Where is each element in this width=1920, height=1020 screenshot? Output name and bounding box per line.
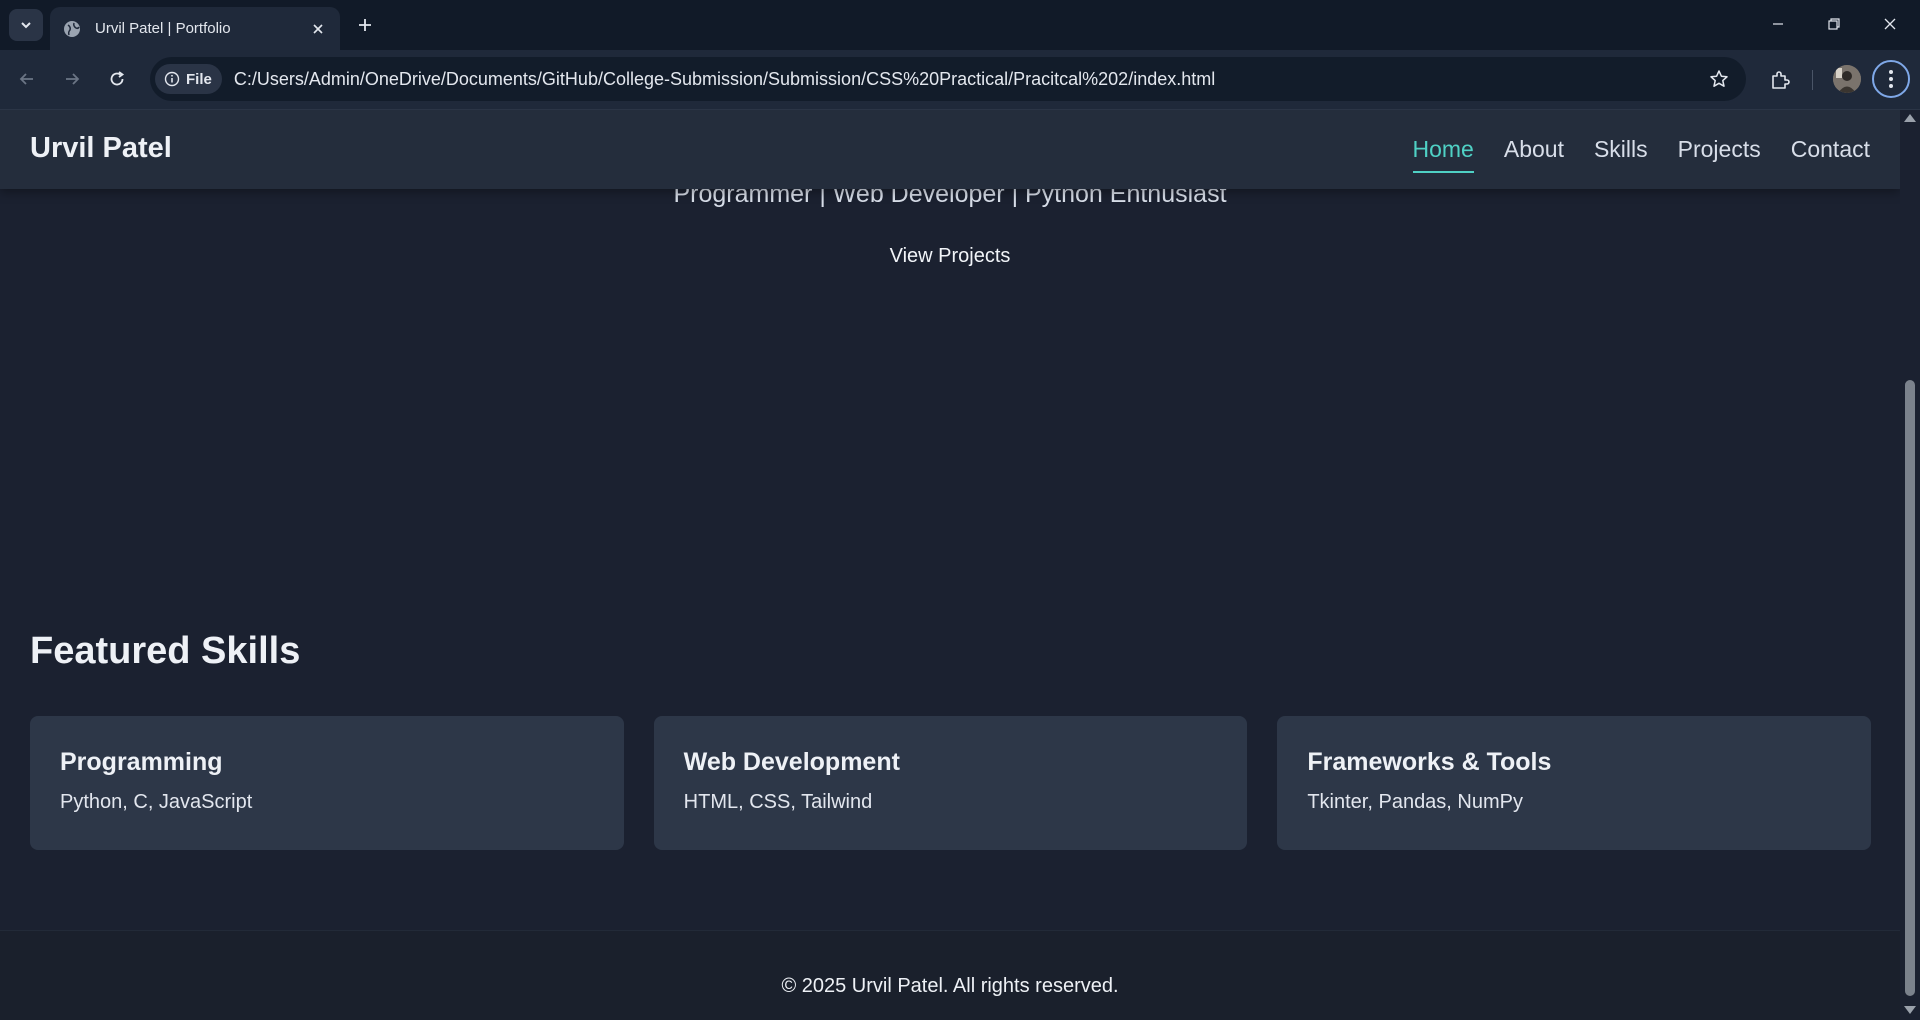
- close-window-button[interactable]: [1862, 0, 1918, 48]
- site-brand[interactable]: Urvil Patel: [30, 132, 172, 165]
- scroll-thumb[interactable]: [1905, 380, 1915, 996]
- nav-link-about[interactable]: About: [1504, 136, 1564, 173]
- minimize-icon: [1773, 23, 1783, 25]
- plus-icon: [359, 19, 371, 31]
- puzzle-icon: [1772, 71, 1790, 89]
- info-icon: [164, 71, 180, 87]
- skill-card-title: Frameworks & Tools: [1307, 748, 1552, 776]
- skill-card-text: HTML, CSS, Tailwind: [683, 791, 873, 813]
- nav-link-contact[interactable]: Contact: [1791, 136, 1870, 173]
- skill-card-title: Programming: [60, 748, 223, 776]
- address-bar[interactable]: File C:/Users/Admin/OneDrive/Documents/G…: [150, 57, 1746, 101]
- skill-card-title: Web Development: [683, 748, 900, 776]
- site-header: Urvil Patel Home About Skills Projects C…: [0, 110, 1900, 189]
- browser-tab[interactable]: Urvil Patel | Portfolio: [50, 7, 340, 50]
- globe-icon: [64, 20, 80, 37]
- nav-link-projects[interactable]: Projects: [1678, 136, 1761, 173]
- page-viewport: Urvil Patel Home About Skills Projects C…: [0, 110, 1900, 1020]
- tab-strip: Urvil Patel | Portfolio: [0, 0, 1920, 50]
- url-text[interactable]: C:/Users/Admin/OneDrive/Documents/GitHub…: [234, 69, 1704, 90]
- bookmark-button[interactable]: [1704, 64, 1734, 94]
- nav-link-home[interactable]: Home: [1412, 136, 1474, 173]
- reload-button[interactable]: [102, 64, 132, 94]
- site-nav: Home About Skills Projects Contact: [1412, 136, 1870, 173]
- browser-toolbar: File C:/Users/Admin/OneDrive/Documents/G…: [0, 50, 1920, 110]
- tab-close-button[interactable]: [304, 15, 332, 43]
- page-scrollbar[interactable]: [1900, 110, 1920, 1020]
- minimize-button[interactable]: [1750, 0, 1806, 48]
- reload-icon: [110, 71, 125, 86]
- arrow-right-icon: [66, 73, 80, 85]
- star-icon: [1710, 70, 1728, 87]
- more-vertical-icon: [1889, 70, 1893, 88]
- avatar-icon: [1833, 65, 1861, 93]
- view-projects-button[interactable]: View Projects: [0, 245, 1900, 268]
- skill-card-text: Tkinter, Pandas, NumPy: [1307, 791, 1523, 813]
- close-icon: [313, 23, 323, 34]
- chevron-down-icon: [21, 22, 31, 29]
- profile-avatar[interactable]: [1833, 65, 1861, 93]
- site-footer: © 2025 Urvil Patel. All rights reserved.: [0, 930, 1900, 1020]
- scroll-up-arrow[interactable]: [1904, 114, 1916, 122]
- extensions-button[interactable]: [1764, 64, 1796, 96]
- back-button[interactable]: [12, 64, 42, 94]
- skill-card-text: Python, C, JavaScript: [60, 791, 253, 813]
- scroll-down-arrow[interactable]: [1904, 1006, 1916, 1014]
- site-info-label: File: [186, 70, 212, 88]
- toolbar-divider: [1812, 70, 1813, 90]
- arrow-left-icon: [19, 73, 33, 85]
- nav-link-skills[interactable]: Skills: [1594, 136, 1648, 173]
- skills-cards: Programming Python, C, JavaScript Web De…: [30, 716, 1872, 850]
- forward-button[interactable]: [57, 64, 87, 94]
- tab-title: Urvil Patel | Portfolio: [95, 20, 231, 37]
- skill-card: Frameworks & Tools Tkinter, Pandas, NumP…: [1277, 716, 1872, 850]
- new-tab-button[interactable]: [350, 10, 380, 40]
- restore-button[interactable]: [1806, 0, 1862, 48]
- restore-icon: [1828, 18, 1840, 30]
- skills-section-title: Featured Skills: [30, 630, 301, 672]
- browser-menu-button[interactable]: [1872, 60, 1910, 98]
- skill-card: Programming Python, C, JavaScript: [30, 716, 624, 850]
- close-icon: [1884, 18, 1896, 30]
- tab-search-button[interactable]: [9, 9, 43, 41]
- site-info-chip[interactable]: File: [155, 64, 222, 94]
- footer-copyright: © 2025 Urvil Patel. All rights reserved.: [781, 975, 1119, 997]
- skill-card: Web Development HTML, CSS, Tailwind: [653, 716, 1248, 850]
